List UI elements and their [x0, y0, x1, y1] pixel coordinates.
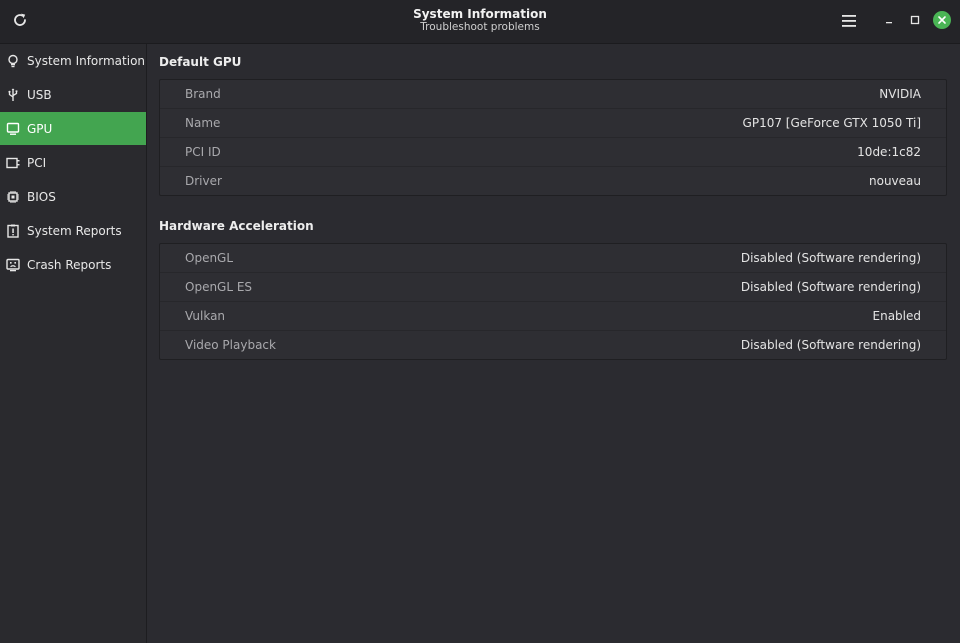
sidebar-item-label: System Reports — [27, 223, 122, 238]
row-value: NVIDIA — [879, 87, 921, 101]
sidebar-item-pci[interactable]: PCI — [0, 146, 146, 179]
sidebar-item-label: Crash Reports — [27, 257, 112, 272]
row-label: PCI ID — [185, 145, 221, 159]
row-label: Name — [185, 116, 221, 130]
sidebar-item-label: GPU — [27, 121, 53, 136]
sidebar-item-system-information[interactable]: System Information — [0, 44, 146, 77]
row-label: OpenGL — [185, 251, 234, 265]
info-row: Brand NVIDIA — [160, 80, 946, 109]
row-label: OpenGL ES — [185, 280, 253, 294]
info-row: OpenGL ES Disabled (Software rendering) — [160, 273, 946, 302]
sidebar: System Information USB GPU PCI BIOS Syst… — [0, 44, 147, 643]
crash-face-icon — [5, 257, 21, 273]
row-label: Vulkan — [185, 309, 226, 323]
report-icon — [5, 223, 21, 239]
main-content: Default GPU Brand NVIDIA Name GP107 [GeF… — [147, 44, 960, 643]
section-title-default-gpu: Default GPU — [159, 55, 242, 69]
row-value: Disabled (Software rendering) — [740, 251, 921, 265]
sidebar-item-system-reports[interactable]: System Reports — [0, 214, 146, 247]
sidebar-item-bios[interactable]: BIOS — [0, 180, 146, 213]
maximize-button[interactable] — [906, 11, 924, 29]
close-button[interactable] — [933, 11, 951, 29]
row-label: Video Playback — [185, 338, 276, 352]
default-gpu-panel: Brand NVIDIA Name GP107 [GeForce GTX 105… — [159, 79, 947, 196]
pci-card-icon — [5, 155, 21, 171]
section-title-hardware-acceleration: Hardware Acceleration — [159, 219, 314, 233]
monitor-icon — [5, 121, 21, 137]
usb-icon — [5, 87, 21, 103]
title-bar: System Information Troubleshoot problems — [0, 0, 960, 44]
info-row: Name GP107 [GeForce GTX 1050 Ti] — [160, 109, 946, 138]
sidebar-item-gpu[interactable]: GPU — [0, 112, 146, 145]
info-row: Vulkan Enabled — [160, 302, 946, 331]
sidebar-item-usb[interactable]: USB — [0, 78, 146, 111]
chip-icon — [5, 189, 21, 205]
row-value: Enabled — [872, 309, 922, 323]
minimize-icon — [886, 22, 892, 24]
info-row: PCI ID 10de:1c82 — [160, 138, 946, 167]
info-row: Driver nouveau — [160, 167, 946, 195]
info-row: Video Playback Disabled (Software render… — [160, 331, 946, 359]
hardware-acceleration-panel: OpenGL Disabled (Software rendering) Ope… — [159, 243, 947, 360]
row-label: Brand — [185, 87, 221, 101]
lightbulb-icon — [5, 53, 21, 69]
sidebar-item-label: USB — [27, 87, 52, 102]
menu-button[interactable] — [838, 10, 860, 32]
window-title: System Information — [413, 7, 547, 21]
window-title-area: System Information Troubleshoot problems — [0, 7, 960, 34]
row-value: nouveau — [869, 174, 921, 188]
row-label: Driver — [185, 174, 222, 188]
sidebar-item-crash-reports[interactable]: Crash Reports — [0, 248, 146, 281]
row-value: GP107 [GeForce GTX 1050 Ti] — [742, 116, 921, 130]
row-value: Disabled (Software rendering) — [740, 280, 921, 294]
sidebar-item-label: BIOS — [27, 189, 56, 204]
hamburger-menu-icon — [842, 15, 856, 27]
minimize-button[interactable] — [880, 11, 898, 29]
row-value: 10de:1c82 — [857, 145, 921, 159]
sidebar-item-label: System Information — [27, 53, 146, 68]
close-icon — [938, 16, 946, 24]
window-subtitle: Troubleshoot problems — [420, 21, 540, 33]
maximize-icon — [910, 15, 920, 25]
row-value: Disabled (Software rendering) — [740, 338, 921, 352]
info-row: OpenGL Disabled (Software rendering) — [160, 244, 946, 273]
sidebar-item-label: PCI — [27, 155, 47, 170]
